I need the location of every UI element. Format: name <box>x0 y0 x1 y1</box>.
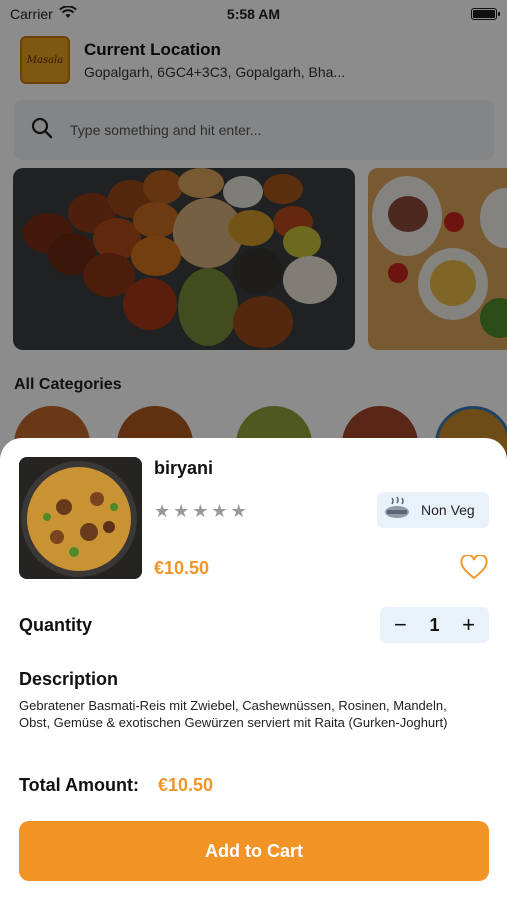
total-amount-label: Total Amount: <box>19 775 139 795</box>
decrement-button[interactable]: − <box>394 614 407 636</box>
carrier-label: Carrier <box>10 6 53 22</box>
star-icon: ★ <box>192 501 209 521</box>
total-amount-value: €10.50 <box>158 775 214 795</box>
item-name: biryani <box>154 458 214 478</box>
wifi-icon <box>58 5 77 22</box>
status-time: 5:58 AM <box>226 6 281 22</box>
description-text: Gebratener Basmati-Reis mit Zwiebel, Cas… <box>19 698 448 730</box>
non-veg-label: Non Veg <box>421 502 475 518</box>
item-detail-sheet: biryani ★ ★ ★ ★ ★ Non Veg €10.50 Quantity − … <box>0 438 507 900</box>
quantity-label: Quantity <box>19 615 93 635</box>
status-bar: Carrier 5:58 AM <box>0 0 507 28</box>
heart-icon[interactable] <box>460 553 488 585</box>
non-veg-badge: Non Veg <box>377 492 489 528</box>
battery-icon <box>471 8 500 20</box>
item-price: €10.50 <box>154 558 210 578</box>
increment-button[interactable]: + <box>462 614 475 636</box>
star-icon: ★ <box>173 501 190 521</box>
description-label: Description <box>19 669 119 689</box>
add-to-cart-button[interactable]: Add to Cart <box>19 821 489 881</box>
quantity-stepper: − 1 + <box>380 607 489 643</box>
star-icon: ★ <box>154 501 171 521</box>
rating-stars: ★ ★ ★ ★ ★ <box>154 501 247 522</box>
star-icon: ★ <box>211 501 228 521</box>
dish-photo <box>19 457 142 579</box>
quantity-value: 1 <box>429 614 440 635</box>
star-icon: ★ <box>230 501 247 521</box>
non-veg-icon <box>383 496 411 525</box>
